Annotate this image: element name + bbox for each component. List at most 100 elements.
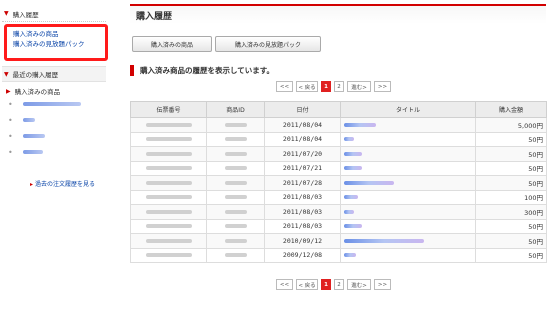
pager-last-button[interactable]: >>	[374, 81, 391, 92]
pager-last-button[interactable]: >>	[374, 279, 391, 290]
table-row: 2011/08/03 50円	[130, 218, 547, 234]
cell-slip-number	[130, 233, 207, 249]
link-purchased-unlimited-packs[interactable]: 購入済みの見放題パック	[13, 39, 105, 49]
redacted-title	[344, 151, 362, 156]
recent-category[interactable]: ▶ 購入済みの商品	[4, 86, 106, 97]
cell-date: 2011/08/04	[264, 117, 341, 133]
header-product-id: 商品ID	[206, 101, 265, 118]
cell-title[interactable]	[340, 131, 476, 147]
cell-date: 2011/08/03	[264, 218, 341, 234]
cell-slip-number	[130, 175, 207, 191]
triangle-right-icon: ▸	[30, 181, 34, 188]
section-heading: 購入済み商品の履歴を表示しています。	[130, 64, 274, 76]
redacted-text	[224, 151, 247, 156]
cell-product-id	[206, 146, 265, 162]
cell-price: 50円	[475, 160, 547, 176]
pager-page-2[interactable]: 2	[334, 81, 344, 92]
purchase-history-table: 伝票番号 商品ID 日付 タイトル 購入金額 2011/08/04 5,000円 2…	[130, 101, 547, 263]
header-price: 購入金額	[475, 101, 547, 118]
redacted-text	[224, 253, 247, 258]
blurred-title	[22, 134, 45, 138]
pager-next-button[interactable]: 進む>	[347, 81, 371, 92]
cell-title[interactable]	[340, 160, 476, 176]
cell-slip-number	[130, 204, 207, 220]
redacted-text	[224, 122, 247, 127]
cell-product-id	[206, 189, 265, 205]
cell-slip-number	[130, 247, 207, 263]
cell-slip-number	[130, 117, 207, 133]
bullet-icon: •	[8, 147, 13, 157]
redacted-text	[224, 166, 247, 171]
redacted-title	[344, 166, 362, 171]
past-orders-link-label: 過去の注文履歴を見る	[35, 181, 96, 188]
recent-item[interactable]: •	[4, 144, 106, 160]
cell-price: 50円	[475, 175, 547, 191]
triangle-down-icon: ▼	[4, 70, 9, 78]
purchase-links-box: 購入済みの商品 購入済みの見放題パック	[4, 24, 108, 61]
tab-unlimited-packs[interactable]: 購入済みの見放題パック	[215, 36, 321, 52]
recent-item[interactable]: •	[4, 128, 106, 144]
redacted-title	[344, 180, 394, 185]
page-title: 購入履歴	[136, 12, 173, 22]
redacted-title	[344, 209, 354, 214]
cell-date: 2011/08/03	[264, 189, 341, 205]
tab-purchased-items[interactable]: 購入済みの商品	[132, 36, 212, 52]
blurred-title	[22, 118, 35, 122]
recent-history-list: ▶ 購入済みの商品 • • • •	[4, 86, 106, 160]
table-row: 2011/08/03 100円	[130, 189, 547, 205]
table-row: 2011/07/21 50円	[130, 160, 547, 176]
pager-first-button[interactable]: <<	[276, 81, 293, 92]
redacted-title	[344, 195, 358, 200]
cell-title[interactable]	[340, 146, 476, 162]
table-row: 2009/12/08 50円	[130, 247, 547, 263]
cell-price: 50円	[475, 247, 547, 263]
cell-product-id	[206, 204, 265, 220]
redacted-text	[224, 195, 247, 200]
pager-prev-button[interactable]: < 戻る	[296, 81, 318, 92]
link-purchased-items[interactable]: 購入済みの商品	[13, 29, 105, 39]
cell-title[interactable]	[340, 233, 476, 249]
table-row: 2011/08/04 5,000円	[130, 117, 547, 133]
cell-date: 2011/07/20	[264, 146, 341, 162]
title-bar: 購入履歴	[130, 4, 546, 24]
cell-price: 50円	[475, 146, 547, 162]
cell-title[interactable]	[340, 204, 476, 220]
cell-title[interactable]	[340, 218, 476, 234]
pager-bottom: << < 戻る 1 2 進む> >>	[276, 279, 394, 290]
past-orders-link[interactable]: ▸ 過去の注文履歴を見る	[30, 179, 95, 188]
table-row: 2011/08/03 300円	[130, 204, 547, 220]
table-row: 2011/08/04 50円	[130, 131, 547, 147]
heading-marker	[130, 64, 134, 76]
redacted-text	[145, 180, 192, 185]
pager-page-1[interactable]: 1	[321, 279, 331, 290]
redacted-text	[145, 253, 192, 258]
cell-price: 50円	[475, 233, 547, 249]
cell-price: 50円	[475, 131, 547, 147]
redacted-title	[344, 137, 354, 142]
pager-prev-button[interactable]: < 戻る	[296, 279, 318, 290]
redacted-text	[224, 209, 247, 214]
redacted-text	[224, 224, 247, 229]
cell-title[interactable]	[340, 175, 476, 191]
sidebar: ▼ 購入履歴 購入済みの商品 購入済みの見放題パック ▼ 最近の購入履歴 ▶ 購…	[0, 0, 108, 310]
table-header-row: 伝票番号 商品ID 日付 タイトル 購入金額	[130, 101, 547, 118]
cell-title[interactable]	[340, 247, 476, 263]
cell-product-id	[206, 218, 265, 234]
cell-title[interactable]	[340, 117, 476, 133]
blurred-title	[22, 150, 43, 154]
tab-bar: 購入済みの商品 購入済みの見放題パック	[132, 36, 321, 52]
cell-price: 5,000円	[475, 117, 547, 133]
pager-first-button[interactable]: <<	[276, 279, 293, 290]
recent-item[interactable]: •	[4, 96, 106, 112]
cell-product-id	[206, 233, 265, 249]
cell-slip-number	[130, 218, 207, 234]
purchase-history-heading: ▼ 購入履歴	[2, 6, 106, 22]
pager-page-2[interactable]: 2	[334, 279, 344, 290]
recent-item[interactable]: •	[4, 112, 106, 128]
pager-page-1[interactable]: 1	[321, 81, 331, 92]
cell-title[interactable]	[340, 189, 476, 205]
cell-price: 100円	[475, 189, 547, 205]
pager-next-button[interactable]: 進む>	[347, 279, 371, 290]
redacted-text	[145, 195, 192, 200]
redacted-text	[145, 166, 192, 171]
